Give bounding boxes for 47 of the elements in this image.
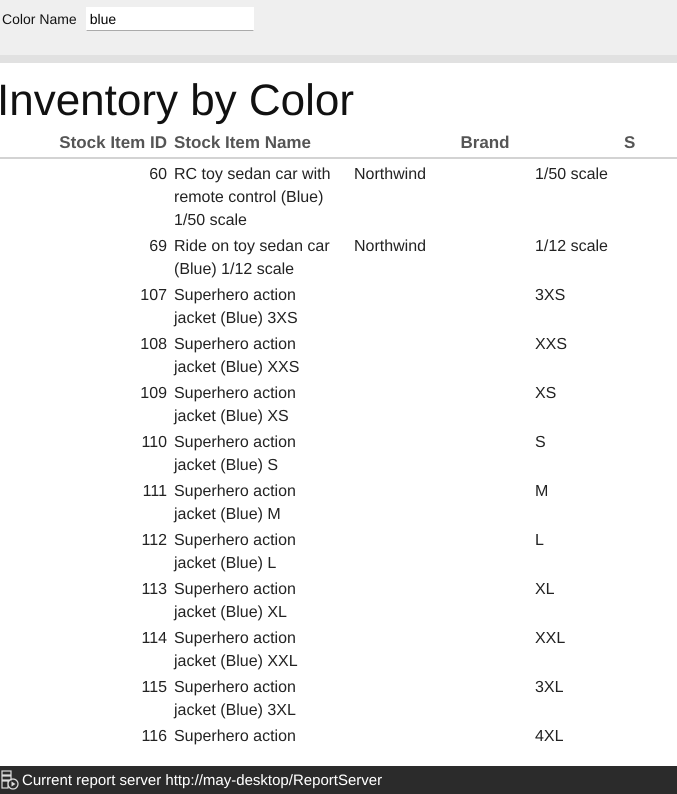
table-cell-text: 116	[140, 727, 167, 747]
table-cell-text: 114	[140, 629, 167, 649]
column-header: S	[624, 133, 636, 153]
table-cell-text: 115	[140, 678, 167, 698]
server-icon	[1, 770, 19, 790]
table-cell-text: Superhero action jacket (Blue) 3XL	[174, 678, 297, 721]
column-header: Stock Item ID	[58, 133, 167, 153]
column-header: Brand	[459, 133, 511, 153]
parameter-label: Color Name	[2, 11, 77, 27]
table-cell: Northwind	[354, 166, 426, 183]
table-cell-text: 111	[142, 482, 167, 502]
table-cell-text: XL	[535, 580, 555, 600]
table-cell-text: 110	[140, 433, 167, 453]
status-text: Current report server http://may-desktop/ReportServer	[22, 772, 382, 788]
table-cell-text: XXS	[535, 335, 568, 355]
table-cell-text: Superhero action jacket (Blue) XS	[174, 384, 297, 427]
table-cell-text: 60	[148, 165, 167, 185]
table-cell-text: Superhero action jacket (Blue) S	[174, 433, 297, 476]
table-cell-text: L	[535, 531, 544, 551]
table-cell-text: 1/50 scale	[535, 165, 608, 185]
table-cell-text: S	[535, 433, 546, 453]
color-name-field[interactable]: blue	[86, 7, 254, 31]
table-cell-text: XS	[535, 384, 556, 404]
table-cell-text: Ride on toy sedan car (Blue) 1/12 scale	[174, 237, 331, 280]
table-cell-text: 109	[139, 384, 167, 404]
table-cell-text: RC toy sedan car with remote control (Blue) 1/50 scale	[174, 165, 332, 231]
table-cell-text: Superhero action jacket (Blue) 3XS	[174, 286, 299, 329]
table-cell-text: Superhero action jacket (Blue) XXS	[174, 335, 300, 378]
table-cell: Northwind	[354, 238, 426, 255]
table-cell-text: 69	[148, 237, 167, 257]
table-cell-text: 3XS	[535, 286, 566, 306]
table-cell-text: 108	[139, 335, 167, 355]
report-title: Inventory by Color	[0, 75, 356, 127]
table-cell-text: Superhero action jacket (Blue) L	[174, 531, 297, 574]
table-cell-text: M	[535, 482, 548, 502]
table-cell-text: 113	[140, 580, 167, 600]
column-header: Stock Item Name	[174, 133, 312, 153]
table-cell-text: Superhero action	[174, 727, 297, 747]
table-cell-text: 1/12 scale	[535, 237, 608, 257]
table-cell-text: 112	[140, 531, 167, 551]
table-cell-text: XXL	[535, 629, 566, 649]
table-cell-text: 4XL	[535, 727, 564, 747]
table-cell-text: 107	[139, 286, 167, 306]
table-cell-text: 3XL	[535, 678, 564, 698]
table-cell-text: Superhero action jacket (Blue) XXL	[174, 629, 299, 672]
table-cell-text: Superhero action jacket (Blue) M	[174, 482, 297, 525]
table-cell-text: Superhero action jacket (Blue) XL	[174, 580, 297, 623]
